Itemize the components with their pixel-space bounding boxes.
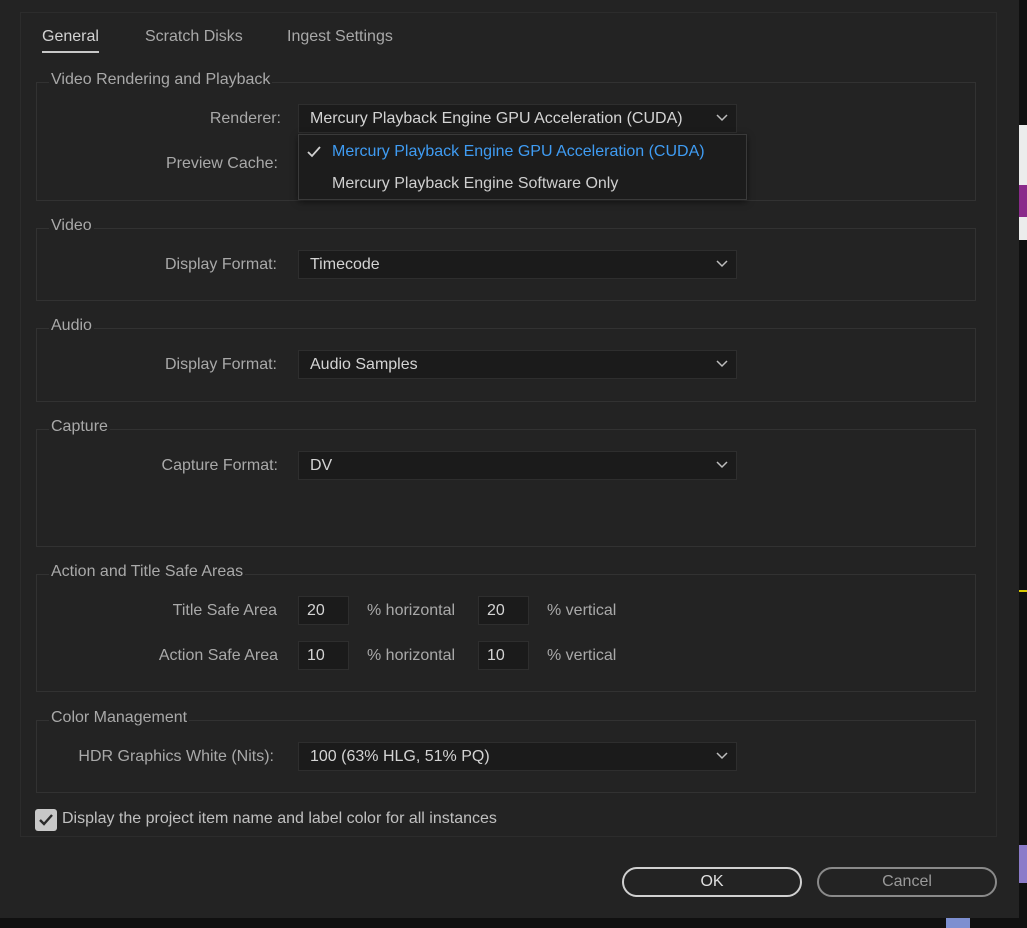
action-safe-horizontal-input[interactable]: 10 xyxy=(298,641,349,670)
background-window-bottom xyxy=(0,918,1027,928)
tab-scratch-disks[interactable]: Scratch Disks xyxy=(145,28,243,46)
renderer-option-cuda[interactable]: Mercury Playback Engine GPU Acceleration… xyxy=(299,136,746,168)
title-safe-horizontal-unit: % horizontal xyxy=(367,602,456,619)
title-safe-vertical-unit: % vertical xyxy=(547,602,617,619)
background-window-edge xyxy=(1019,0,1027,928)
renderer-option-software[interactable]: Mercury Playback Engine Software Only xyxy=(299,168,746,200)
checkmark-icon xyxy=(307,146,321,158)
checkmark-icon xyxy=(39,814,53,826)
preferences-dialog: General Scratch Disks Ingest Settings Vi… xyxy=(0,0,1019,918)
action-safe-vertical-unit: % vertical xyxy=(547,647,617,664)
cancel-button[interactable]: Cancel xyxy=(817,867,997,897)
title-safe-vertical-input[interactable]: 20 xyxy=(478,596,529,625)
group-title-capture: Capture xyxy=(49,418,110,436)
chevron-down-icon xyxy=(716,114,728,122)
tab-general[interactable]: General xyxy=(42,28,99,53)
video-display-format-label: Display Format: xyxy=(164,256,277,273)
group-title-color-management: Color Management xyxy=(49,709,190,727)
action-safe-vertical-input[interactable]: 10 xyxy=(478,641,529,670)
audio-display-format-select[interactable]: Audio Samples xyxy=(298,350,737,379)
title-safe-horizontal-input[interactable]: 20 xyxy=(298,596,349,625)
video-display-format-select[interactable]: Timecode xyxy=(298,250,737,279)
renderer-label: Renderer: xyxy=(209,110,281,127)
chevron-down-icon xyxy=(716,360,728,368)
renderer-select[interactable]: Mercury Playback Engine GPU Acceleration… xyxy=(298,104,737,133)
capture-format-label: Capture Format: xyxy=(161,457,278,474)
group-capture: Capture xyxy=(36,418,976,547)
title-safe-area-label: Title Safe Area xyxy=(172,602,277,619)
group-safe-areas: Action and Title Safe Areas xyxy=(36,563,976,692)
ok-button[interactable]: OK xyxy=(622,867,802,897)
group-title-safe-areas: Action and Title Safe Areas xyxy=(49,563,246,581)
project-item-label-checkbox[interactable] xyxy=(35,809,57,831)
chevron-down-icon xyxy=(716,260,728,268)
renderer-option-software-label: Mercury Playback Engine Software Only xyxy=(332,175,619,192)
action-safe-horizontal-unit: % horizontal xyxy=(367,647,456,664)
hdr-graphics-white-value: 100 (63% HLG, 51% PQ) xyxy=(310,748,490,765)
audio-display-format-value: Audio Samples xyxy=(310,356,418,373)
group-title-video: Video xyxy=(49,217,94,235)
hdr-graphics-white-select[interactable]: 100 (63% HLG, 51% PQ) xyxy=(298,742,737,771)
preview-cache-label: Preview Cache: xyxy=(165,155,278,172)
group-title-video-rendering: Video Rendering and Playback xyxy=(49,71,273,89)
tab-ingest-settings[interactable]: Ingest Settings xyxy=(287,28,393,46)
hdr-graphics-white-label: HDR Graphics White (Nits): xyxy=(78,748,274,765)
chevron-down-icon xyxy=(716,461,728,469)
renderer-value: Mercury Playback Engine GPU Acceleration… xyxy=(310,110,683,127)
capture-format-value: DV xyxy=(310,457,333,474)
audio-display-format-label: Display Format: xyxy=(164,356,277,373)
capture-format-select[interactable]: DV xyxy=(298,451,737,480)
renderer-dropdown-menu: Mercury Playback Engine GPU Acceleration… xyxy=(298,134,747,200)
group-title-audio: Audio xyxy=(49,317,94,335)
action-safe-area-label: Action Safe Area xyxy=(158,647,278,664)
chevron-down-icon xyxy=(716,752,728,760)
video-display-format-value: Timecode xyxy=(310,256,380,273)
renderer-option-cuda-label: Mercury Playback Engine GPU Acceleration… xyxy=(332,143,705,160)
project-item-label-checkbox-label[interactable]: Display the project item name and label … xyxy=(62,810,497,828)
